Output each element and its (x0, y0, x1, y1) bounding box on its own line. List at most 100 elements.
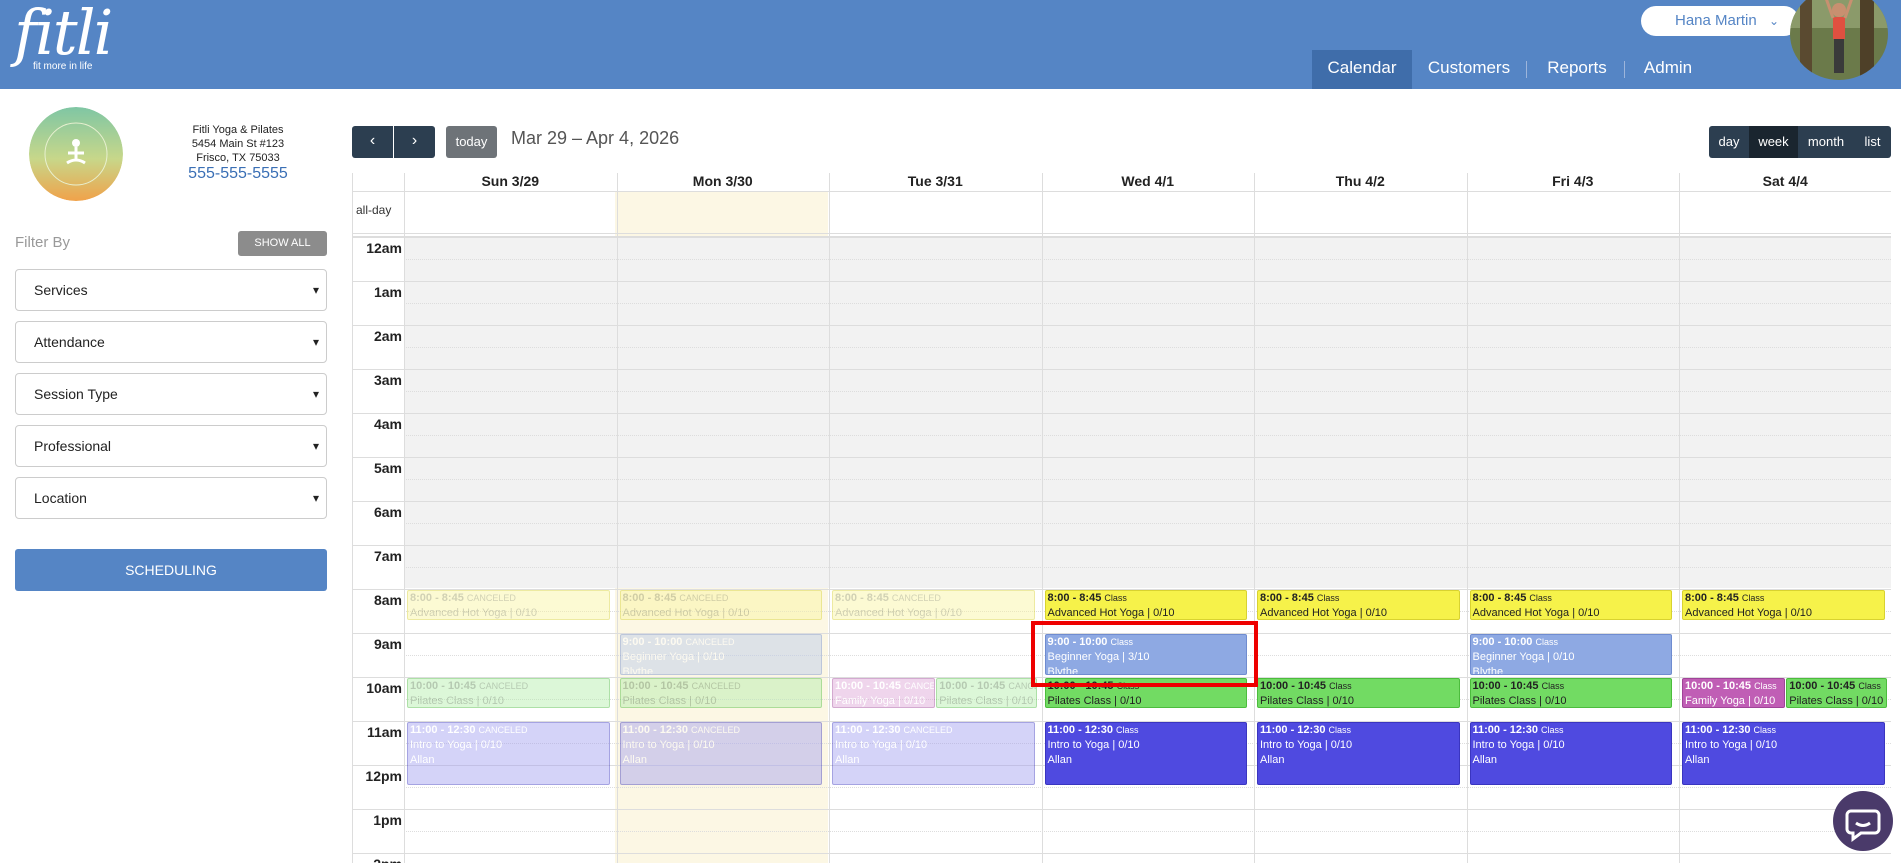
services-select[interactable]: Services ▾ (15, 269, 327, 311)
day-header[interactable]: Wed 4/1 (1042, 173, 1255, 191)
grid-hline (353, 233, 1891, 234)
grid-vline (829, 173, 830, 863)
calendar-event[interactable]: 11:00 - 12:30 Class Intro to Yoga | 0/10 A… (1682, 722, 1885, 785)
calendar-event[interactable]: 10:00 - 10:45 Class Pilates Class | 0/10 (1786, 678, 1887, 708)
fitli-logo[interactable]: fitli (14, 2, 113, 64)
grid-half-hline (404, 479, 1891, 480)
time-label: 12am (366, 240, 402, 256)
calendar-event[interactable]: 11:00 - 12:30 CANCELED Intro to Yoga | 0/… (832, 722, 1035, 785)
avatar[interactable] (1790, 0, 1888, 80)
nav-admin[interactable]: Admin (1632, 50, 1704, 89)
calendar-event[interactable]: 10:00 - 10:45 CANCELEDPilates Class | 0/… (936, 678, 1037, 708)
view-list-button[interactable]: list (1854, 126, 1891, 158)
calendar-event[interactable]: 9:00 - 10:00 Class Beginner Yoga | 0/10 Bl… (1469, 634, 1672, 675)
session-type-select[interactable]: Session Type ▾ (15, 373, 327, 415)
filter-by-title: Filter By (15, 234, 71, 251)
nav-reports[interactable]: Reports (1534, 50, 1620, 89)
event-staff: Blythe (622, 666, 654, 675)
calendar-event[interactable]: 11:00 - 12:30 Class Intro to Yoga | 0/10 A… (1257, 722, 1460, 785)
calendar-event[interactable]: 10:00 - 10:45 Class Family Yoga | 0/10 (1682, 678, 1786, 708)
calendar-event[interactable]: 8:00 - 8:45 CANCELED Advanced Hot Yoga | … (832, 590, 1035, 620)
event-time-line: 10:00 - 10:45 Class (1473, 679, 1670, 694)
attendance-select[interactable]: Attendance ▾ (15, 321, 327, 363)
calendar-event[interactable]: 8:00 - 8:45 Class Advanced Hot Yoga | 0/1… (1257, 590, 1460, 620)
chevron-left-icon: ‹ (369, 132, 376, 149)
event-time: 11:00 - 12:30 (835, 724, 904, 736)
event-title: Intro to Yoga | 0/10 (1260, 739, 1353, 751)
event-time-line: 8:00 - 8:45 Class (1685, 591, 1882, 606)
chevron-down-icon: ▾ (312, 439, 319, 453)
calendar-event[interactable]: 11:00 - 12:30 Class Intro to Yoga | 0/10 A… (1469, 722, 1672, 785)
grid-hline (353, 501, 1891, 502)
calendar-event[interactable]: 9:00 - 10:00 CANCELED Beginner Yoga | 0/1… (619, 634, 822, 675)
event-status: Class (1754, 681, 1777, 691)
grid-hline (353, 191, 1891, 192)
event-time-line: 11:00 - 12:30 CANCELED (410, 723, 607, 738)
calendar-event[interactable]: 8:00 - 8:45 Class Advanced Hot Yoga | 0/1… (1044, 590, 1247, 620)
today-button[interactable]: today (446, 126, 497, 158)
location-select[interactable]: Location ▾ (15, 477, 327, 519)
event-time-line: 9:00 - 10:00 Class (1473, 635, 1670, 650)
event-title: Advanced Hot Yoga | 0/10 (410, 607, 538, 619)
event-status: CANCELED (685, 637, 735, 647)
calendar-event[interactable]: 10:00 - 10:45 Class Pilates Class | 0/10 (1257, 678, 1460, 708)
show-all-button[interactable]: SHOW ALL (238, 231, 327, 256)
time-label: 2am (373, 328, 402, 344)
calendar-event[interactable]: 11:00 - 12:30 CANCELED Intro to Yoga | 0/… (407, 722, 610, 785)
day-header[interactable]: Fri 4/3 (1467, 173, 1680, 191)
event-time-line: 10:00 - 10:45 Class (1260, 679, 1457, 694)
day-header[interactable]: Sun 3/29 (404, 173, 617, 191)
event-staff: Allan (1260, 754, 1285, 766)
event-time-line: 8:00 - 8:45 CANCELED (835, 591, 1032, 606)
event-status: CANCELED (479, 681, 529, 691)
location-select-label: Location (34, 490, 87, 506)
event-title: Pilates Class | 0/10 (1472, 695, 1567, 707)
calendar-event[interactable]: 8:00 - 8:45 CANCELED Advanced Hot Yoga | … (619, 590, 822, 620)
day-header[interactable]: Thu 4/2 (1254, 173, 1467, 191)
event-title: Advanced Hot Yoga | 0/10 (1472, 607, 1600, 619)
chat-widget-button[interactable] (1833, 791, 1893, 851)
event-status: CANCELED (478, 725, 528, 735)
grid-vline (1466, 173, 1468, 863)
event-time: 10:00 - 10:45 (622, 680, 692, 692)
grid-hline (353, 457, 1891, 458)
view-week-button[interactable]: week (1749, 126, 1798, 158)
event-status: Class (1116, 725, 1139, 735)
event-title: Pilates Class | 0/10 (1047, 695, 1142, 707)
view-day-button[interactable]: day (1709, 126, 1749, 158)
grid-half-hline (404, 831, 1891, 832)
nav-customers[interactable]: Customers (1419, 50, 1519, 89)
calendar-event[interactable]: 10:00 - 10:45 Class Pilates Class | 0/10 (1044, 678, 1247, 708)
calendar-event[interactable]: 8:00 - 8:45 CANCELED Advanced Hot Yoga | … (407, 590, 610, 620)
event-time: 10:00 - 10:45 (835, 680, 905, 692)
studio-phone[interactable]: 555-555-5555 (170, 165, 306, 183)
event-title: Beginner Yoga | 0/10 (1472, 651, 1575, 663)
grid-vline (1041, 173, 1043, 863)
calendar-event[interactable]: 8:00 - 8:45 Class Advanced Hot Yoga | 0/1… (1469, 590, 1672, 620)
event-time: 10:00 - 10:45 (1472, 680, 1542, 692)
calendar-event[interactable]: 8:00 - 8:45 Class Advanced Hot Yoga | 0/1… (1682, 590, 1885, 620)
user-menu-button[interactable]: Hana Martin ⌄ (1641, 6, 1799, 36)
event-title: Intro to Yoga | 0/10 (1685, 739, 1778, 751)
calendar-event[interactable]: 10:00 - 10:45 CANCELEDPilates Class | 0/… (407, 678, 610, 708)
event-title: Intro to Yoga | 0/10 (1472, 739, 1565, 751)
day-header[interactable]: Sat 4/4 (1679, 173, 1891, 191)
calendar-event[interactable]: 10:00 - 10:45 CANCELEDPilates Class | 0/… (619, 678, 822, 708)
day-header[interactable]: Tue 3/31 (829, 173, 1042, 191)
calendar-event[interactable]: 11:00 - 12:30 Class Intro to Yoga | 0/10 A… (1044, 722, 1247, 785)
event-title: Intro to Yoga | 0/10 (835, 739, 928, 751)
calendar-event[interactable]: 10:00 - 10:45 Class Pilates Class | 0/10 (1469, 678, 1672, 708)
event-time: 8:00 - 8:45 (1685, 592, 1742, 604)
professional-select[interactable]: Professional ▾ (15, 425, 327, 467)
next-week-button[interactable]: › (394, 126, 435, 158)
nav-calendar[interactable]: Calendar (1312, 50, 1412, 89)
scheduling-button[interactable]: SCHEDULING (15, 549, 327, 591)
calendar-event[interactable]: 11:00 - 12:30 CANCELED Intro to Yoga | 0/… (619, 722, 822, 785)
calendar-event[interactable]: 9:00 - 10:00 Class Beginner Yoga | 3/10 Bl… (1044, 634, 1247, 675)
event-status: Class (1753, 725, 1777, 735)
prev-week-button[interactable]: ‹ (352, 126, 393, 158)
calendar-event[interactable]: 10:00 - 10:45 CANCELEDFamily Yoga | 0/10 (832, 678, 936, 708)
event-time: 11:00 - 12:30 (1260, 724, 1329, 736)
day-header[interactable]: Mon 3/30 (617, 173, 830, 191)
view-month-button[interactable]: month (1798, 126, 1854, 158)
